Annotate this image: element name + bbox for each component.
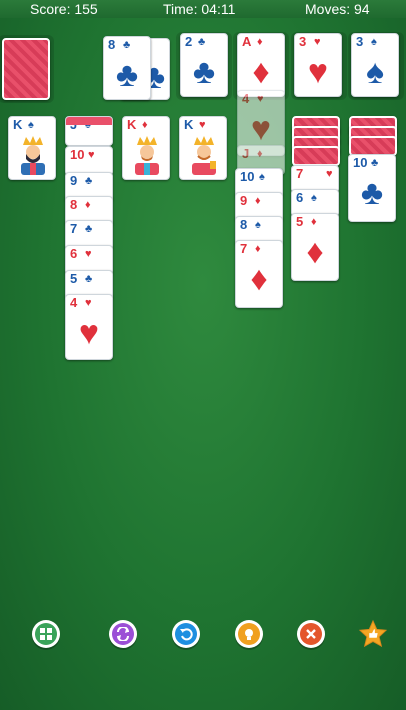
- king-figure-icon: [21, 136, 45, 175]
- face-down-card: [349, 136, 397, 156]
- foundation-card-1[interactable]: 2 ♣ ♣: [180, 33, 228, 97]
- tableau-card[interactable]: J ♠: [65, 116, 113, 146]
- stock-pile[interactable]: [2, 38, 50, 100]
- lightbulb-icon: [238, 623, 260, 645]
- star-thumb-icon: [359, 619, 387, 648]
- status-bar: Score: 155 Time: 04:11 Moves: 94: [0, 0, 406, 18]
- games-button[interactable]: [32, 620, 60, 648]
- tableau-card[interactable]: 10 ♣ ♣: [348, 154, 396, 222]
- score-text: Score: 155: [30, 1, 98, 17]
- tableau-card-king-spades[interactable]: K ♠: [8, 116, 56, 180]
- tableau-card[interactable]: 4 ♥ ♥: [65, 294, 113, 360]
- close-button[interactable]: [297, 620, 325, 648]
- tableau-card-king-diamonds[interactable]: K ♦: [122, 116, 170, 180]
- king-figure-icon: [135, 136, 159, 175]
- face-down-card: [292, 146, 340, 166]
- games-grid-icon: [35, 623, 57, 645]
- tableau-card[interactable]: 7 ♦ ♦: [235, 240, 283, 308]
- foundation-card-4[interactable]: 3 ♠ ♠: [351, 33, 399, 97]
- time-text: Time: 04:11: [163, 1, 236, 17]
- hint-button[interactable]: [235, 620, 263, 648]
- foundation-card-2[interactable]: A ♦ ♦: [237, 33, 285, 97]
- tableau-card-king-hearts[interactable]: K ♥: [179, 116, 227, 180]
- waste-card[interactable]: 8 ♣ ♣: [103, 36, 151, 100]
- king-figure-icon: [192, 136, 216, 175]
- close-icon: [300, 623, 322, 645]
- shuffle-button[interactable]: [109, 620, 137, 648]
- foundation-card-3[interactable]: 3 ♥ ♥: [294, 33, 342, 97]
- rate-button[interactable]: [359, 619, 387, 648]
- shuffle-icon: [112, 623, 134, 645]
- undo-icon: [175, 623, 197, 645]
- tableau-card[interactable]: 5 ♦ ♦: [291, 213, 339, 281]
- moves-text: Moves: 94: [305, 1, 370, 17]
- undo-button[interactable]: [172, 620, 200, 648]
